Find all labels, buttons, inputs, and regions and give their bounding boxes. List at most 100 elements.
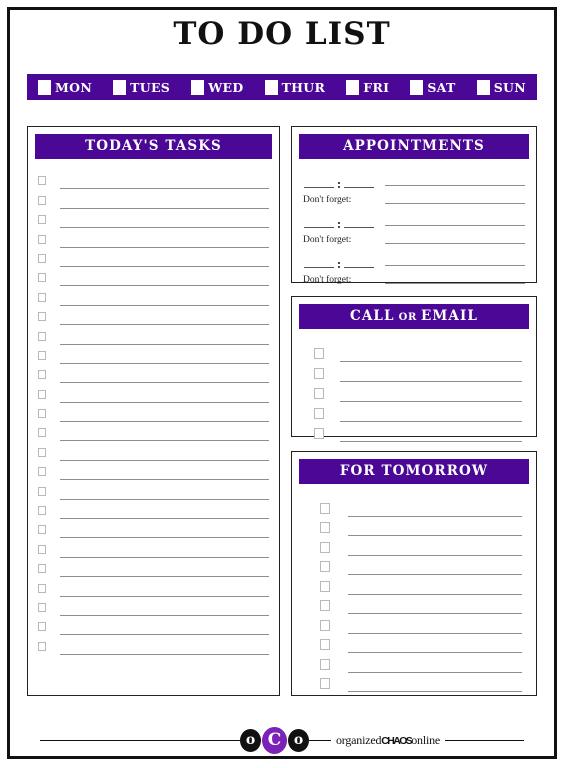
weekday-mon[interactable]: MON <box>38 79 92 95</box>
task-row[interactable] <box>38 383 269 403</box>
write-in-line[interactable] <box>60 265 269 267</box>
checkbox-icon[interactable] <box>38 234 46 244</box>
time-minute-blank[interactable] <box>344 267 375 268</box>
weekday-checkbox-icon[interactable] <box>113 79 127 95</box>
tomorrow-row[interactable] <box>320 536 522 556</box>
tomorrow-row[interactable] <box>320 517 522 536</box>
task-row[interactable] <box>38 500 269 520</box>
task-row[interactable] <box>38 441 269 461</box>
write-in-line[interactable] <box>60 421 269 423</box>
task-row[interactable] <box>38 267 269 287</box>
task-row[interactable] <box>38 170 269 190</box>
tomorrow-row[interactable] <box>320 653 522 673</box>
weekday-checkbox-icon[interactable] <box>38 79 51 95</box>
write-in-line[interactable] <box>348 515 522 517</box>
tomorrow-row[interactable] <box>320 634 522 653</box>
weekday-checkbox-icon[interactable] <box>410 79 424 95</box>
appointment-time-field[interactable]: : <box>303 217 375 230</box>
dont-forget-line[interactable] <box>385 243 525 244</box>
checkbox-icon[interactable] <box>38 389 46 399</box>
weekday-sat[interactable]: SAT <box>410 79 455 95</box>
write-in-line[interactable] <box>60 537 269 539</box>
write-in-line[interactable] <box>348 535 522 536</box>
weekday-wed[interactable]: WED <box>191 79 243 95</box>
write-in-line[interactable] <box>348 593 522 595</box>
checkbox-icon[interactable] <box>38 486 46 496</box>
write-in-line[interactable] <box>60 362 269 364</box>
checkbox-icon[interactable] <box>314 408 324 419</box>
checkbox-icon[interactable] <box>314 368 324 379</box>
write-in-line[interactable] <box>60 382 269 384</box>
write-in-line[interactable] <box>340 361 522 362</box>
checkbox-icon[interactable] <box>38 312 46 322</box>
time-hour-blank[interactable] <box>303 187 334 188</box>
write-in-line[interactable] <box>60 440 269 442</box>
checkbox-icon[interactable] <box>38 447 46 457</box>
write-in-line[interactable] <box>348 574 522 575</box>
task-row[interactable] <box>38 519 269 539</box>
task-row[interactable] <box>38 616 269 636</box>
task-row[interactable] <box>38 189 269 209</box>
checkbox-icon[interactable] <box>38 215 46 225</box>
write-in-line[interactable] <box>60 653 269 655</box>
write-in-line[interactable] <box>60 518 269 520</box>
checkbox-icon[interactable] <box>38 195 46 205</box>
checkbox-icon[interactable] <box>320 502 330 514</box>
write-in-line[interactable] <box>60 304 269 306</box>
dont-forget-line[interactable] <box>385 203 525 204</box>
checkbox-icon[interactable] <box>38 467 46 477</box>
write-in-line[interactable] <box>340 441 522 442</box>
write-in-line[interactable] <box>60 207 269 209</box>
checkbox-icon[interactable] <box>320 678 330 689</box>
write-in-line[interactable] <box>348 671 522 673</box>
weekday-checkbox-icon[interactable] <box>476 79 490 95</box>
checkbox-icon[interactable] <box>38 292 46 302</box>
checkbox-icon[interactable] <box>38 253 46 263</box>
checkbox-icon[interactable] <box>38 273 46 283</box>
task-row[interactable] <box>38 558 269 578</box>
checkbox-icon[interactable] <box>38 409 46 419</box>
checkbox-icon[interactable] <box>38 331 46 341</box>
weekday-thur[interactable]: THUR <box>264 79 326 95</box>
checkbox-icon[interactable] <box>38 641 46 651</box>
appointment-time-row[interactable]: : <box>303 208 525 230</box>
checkbox-icon[interactable] <box>320 658 330 670</box>
appointment-time-field[interactable]: : <box>303 177 375 190</box>
time-minute-blank[interactable] <box>344 187 375 188</box>
dont-forget-line[interactable] <box>385 283 525 284</box>
task-row[interactable] <box>38 286 269 306</box>
write-in-line[interactable] <box>60 324 269 326</box>
write-in-line[interactable] <box>60 614 269 616</box>
write-in-line[interactable] <box>340 401 522 402</box>
task-row[interactable] <box>38 422 269 442</box>
task-row[interactable] <box>38 345 269 364</box>
task-row[interactable] <box>38 364 269 384</box>
appointment-time-row[interactable]: : <box>303 248 525 270</box>
checkbox-icon[interactable] <box>38 350 46 360</box>
appointment-detail-line[interactable] <box>385 265 525 266</box>
weekday-tues[interactable]: TUES <box>113 79 170 95</box>
write-in-line[interactable] <box>348 652 522 653</box>
call-or-email-row[interactable] <box>314 402 522 422</box>
checkbox-icon[interactable] <box>320 580 330 592</box>
write-in-line[interactable] <box>60 285 269 287</box>
task-row[interactable] <box>38 461 269 481</box>
appointment-time-row[interactable]: : <box>303 168 525 190</box>
write-in-line[interactable] <box>60 595 269 597</box>
tomorrow-row[interactable] <box>320 595 522 614</box>
checkbox-icon[interactable] <box>38 602 46 612</box>
tomorrow-row[interactable] <box>320 556 522 575</box>
tomorrow-row[interactable] <box>320 673 522 692</box>
checkbox-icon[interactable] <box>314 348 324 359</box>
checkbox-icon[interactable] <box>314 388 324 399</box>
checkbox-icon[interactable] <box>320 639 330 650</box>
write-in-line[interactable] <box>60 401 269 403</box>
weekday-checkbox-icon[interactable] <box>264 79 278 95</box>
checkbox-icon[interactable] <box>38 583 46 593</box>
write-in-line[interactable] <box>60 459 269 461</box>
task-row[interactable] <box>38 597 269 616</box>
appointment-detail-line[interactable] <box>385 185 525 186</box>
checkbox-icon[interactable] <box>320 541 330 553</box>
write-in-line[interactable] <box>60 556 269 558</box>
checkbox-icon[interactable] <box>38 622 46 632</box>
